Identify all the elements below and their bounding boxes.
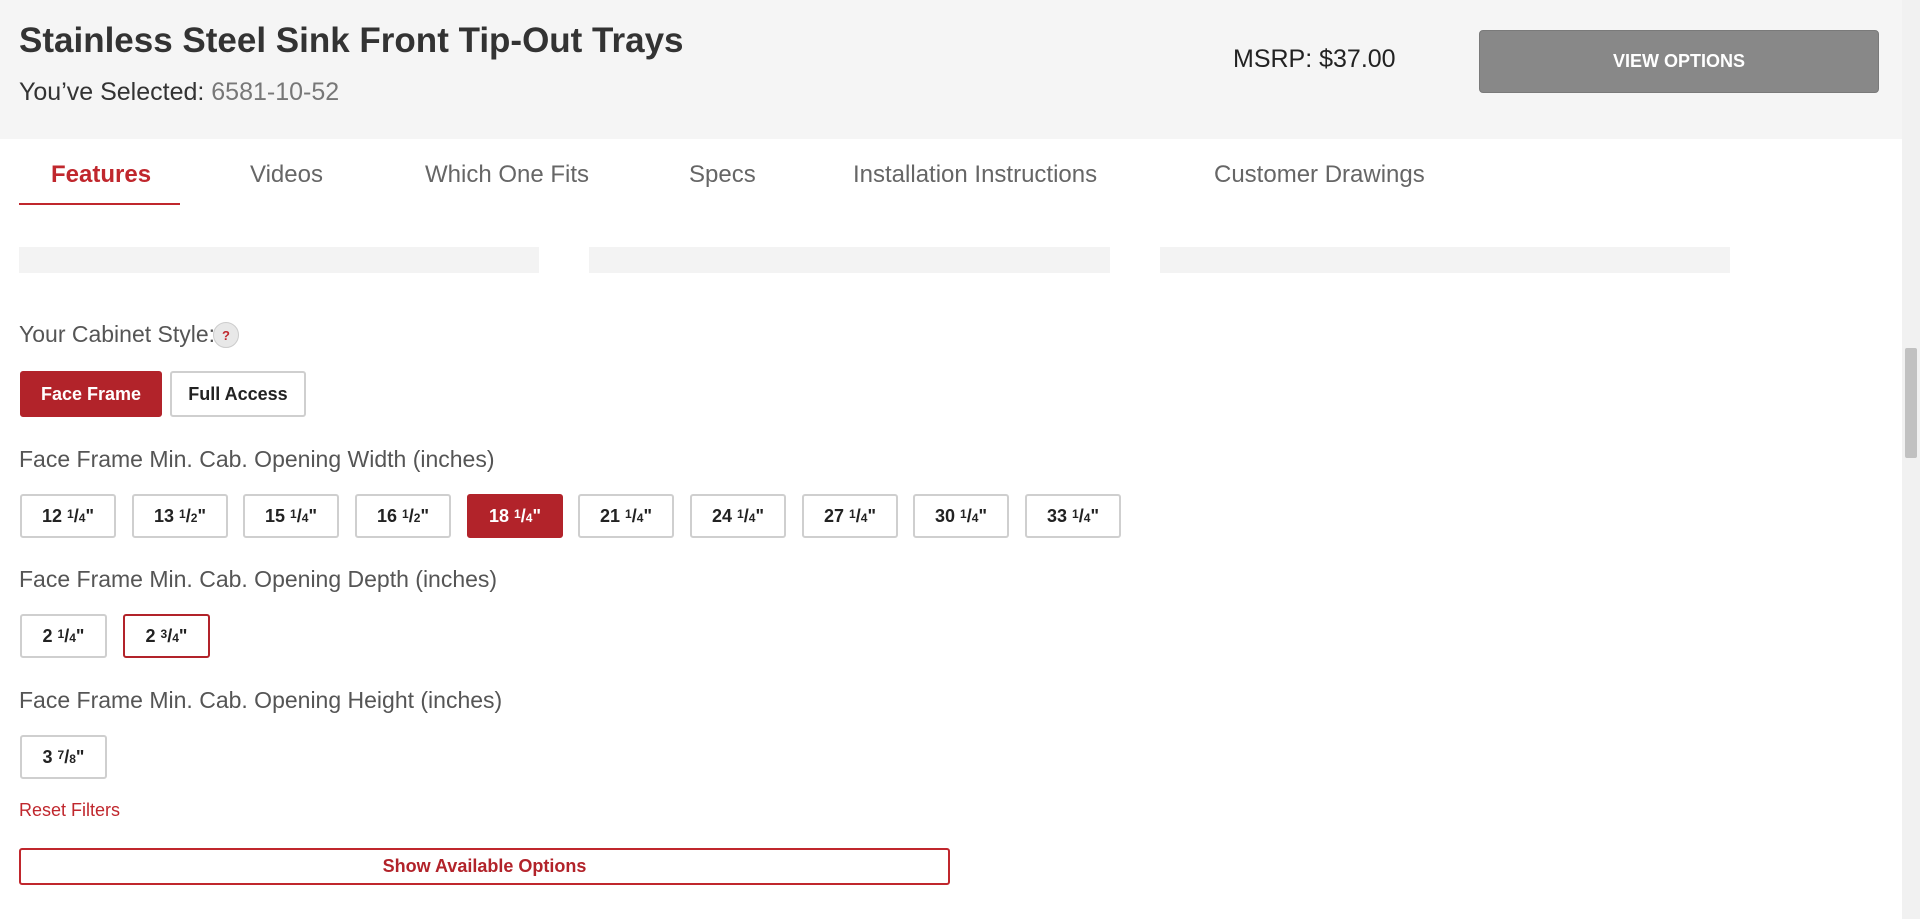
inch-mark: " — [755, 505, 764, 526]
tab-specs[interactable]: Specs — [689, 161, 756, 189]
option-whole: 21 — [600, 505, 626, 526]
scrollbar-thumb[interactable] — [1905, 348, 1917, 458]
inch-mark: " — [1090, 505, 1099, 526]
inch-mark: " — [308, 505, 317, 526]
height-option[interactable]: 3 7/8 " — [20, 735, 107, 779]
option-numerator: 3 — [160, 627, 168, 641]
inch-mark: " — [197, 505, 206, 526]
option-denominator: 4 — [860, 511, 868, 525]
inch-mark: " — [867, 505, 876, 526]
product-header: Stainless Steel Sink Front Tip-Out Trays… — [0, 0, 1902, 139]
tab-features[interactable]: Features — [51, 161, 151, 189]
option-whole: 15 — [265, 505, 291, 526]
width-option[interactable]: 24 1/4 " — [690, 494, 786, 538]
option-whole: 27 — [824, 505, 850, 526]
tab-videos[interactable]: Videos — [250, 161, 323, 189]
reset-filters-link[interactable]: Reset Filters — [19, 800, 120, 821]
option-whole: 2 — [145, 625, 161, 646]
loading-placeholder — [19, 247, 539, 273]
width-option[interactable]: 12 1/4 " — [20, 494, 116, 538]
inch-mark: " — [978, 505, 987, 526]
option-whole: 16 — [377, 505, 403, 526]
width-option[interactable]: 33 1/4 " — [1025, 494, 1121, 538]
option-whole: 24 — [712, 505, 738, 526]
inch-mark: " — [85, 505, 94, 526]
option-numerator: 1 — [625, 507, 632, 521]
full-access-button[interactable]: Full Access — [170, 371, 306, 417]
option-denominator: 4 — [748, 511, 756, 525]
option-denominator: 4 — [971, 511, 979, 525]
option-numerator: 1 — [960, 507, 967, 521]
width-option[interactable]: 30 1/4 " — [913, 494, 1009, 538]
option-numerator: 1 — [179, 507, 186, 521]
tab-which-one-fits[interactable]: Which One Fits — [425, 161, 589, 189]
product-tabs: Features Videos Which One Fits Specs Ins… — [0, 139, 1902, 209]
active-tab-indicator — [19, 203, 180, 205]
tab-customer-drawings[interactable]: Customer Drawings — [1214, 161, 1425, 189]
option-whole: 3 — [42, 746, 58, 767]
selected-sku: 6581-10-52 — [211, 78, 340, 106]
option-denominator: 4 — [636, 511, 644, 525]
option-numerator: 1 — [1072, 507, 1079, 521]
width-filter-label: Face Frame Min. Cab. Opening Width (inch… — [19, 446, 495, 472]
option-denominator: 4 — [301, 511, 309, 525]
cabinet-style-label: Your Cabinet Style: — [19, 321, 216, 347]
width-option[interactable]: 18 1/4 " — [467, 494, 563, 538]
inch-mark: " — [643, 505, 652, 526]
tab-installation-instructions[interactable]: Installation Instructions — [853, 161, 1097, 189]
cabinet-style-help-icon[interactable]: ? — [213, 322, 239, 348]
width-option[interactable]: 16 1/2 " — [355, 494, 451, 538]
face-frame-button[interactable]: Face Frame — [20, 371, 162, 417]
option-numerator: 7 — [57, 748, 65, 762]
option-denominator: 2 — [190, 511, 198, 525]
inch-mark: " — [178, 625, 188, 646]
width-option[interactable]: 21 1/4 " — [578, 494, 674, 538]
option-denominator: 4 — [1083, 511, 1091, 525]
selected-sku-line: You’ve Selected: 6581-10-52 — [19, 78, 339, 107]
option-denominator: 4 — [525, 511, 533, 525]
height-filter-label: Face Frame Min. Cab. Opening Height (inc… — [19, 687, 503, 713]
option-whole: 33 — [1047, 505, 1073, 526]
width-option[interactable]: 15 1/4 " — [243, 494, 339, 538]
product-title: Stainless Steel Sink Front Tip-Out Trays — [19, 21, 684, 60]
msrp-price: MSRP: $37.00 — [1233, 45, 1396, 73]
depth-filter-label: Face Frame Min. Cab. Opening Depth (inch… — [19, 566, 498, 592]
page-scrollbar[interactable] — [1902, 0, 1920, 919]
option-whole: 12 — [42, 505, 68, 526]
option-denominator: 2 — [413, 511, 421, 525]
option-denominator: 4 — [172, 631, 179, 645]
selected-label: You’ve Selected: — [19, 78, 205, 106]
option-whole: 2 — [42, 625, 58, 646]
option-denominator: 4 — [78, 511, 86, 525]
depth-option[interactable]: 2 1/4 " — [20, 614, 107, 658]
depth-option[interactable]: 2 3/4 " — [123, 614, 210, 658]
option-numerator: 1 — [402, 507, 409, 521]
inch-mark: " — [532, 505, 541, 526]
option-whole: 13 — [154, 505, 180, 526]
option-whole: 18 — [489, 505, 515, 526]
option-numerator: 1 — [849, 507, 856, 521]
option-denominator: 8 — [69, 752, 76, 766]
option-numerator: 1 — [737, 507, 744, 521]
option-numerator: 1 — [57, 627, 65, 641]
option-whole: 30 — [935, 505, 961, 526]
width-option[interactable]: 13 1/2 " — [132, 494, 228, 538]
option-denominator: 4 — [69, 631, 76, 645]
width-option[interactable]: 27 1/4 " — [802, 494, 898, 538]
show-available-options-button[interactable]: Show Available Options — [19, 848, 950, 885]
loading-placeholder — [589, 247, 1110, 273]
view-options-button[interactable]: VIEW OPTIONS — [1479, 30, 1879, 93]
option-numerator: 1 — [67, 507, 74, 521]
option-numerator: 1 — [514, 507, 521, 521]
loading-placeholder — [1160, 247, 1730, 273]
option-numerator: 1 — [290, 507, 297, 521]
inch-mark: " — [75, 746, 85, 767]
inch-mark: " — [75, 625, 85, 646]
inch-mark: " — [420, 505, 429, 526]
